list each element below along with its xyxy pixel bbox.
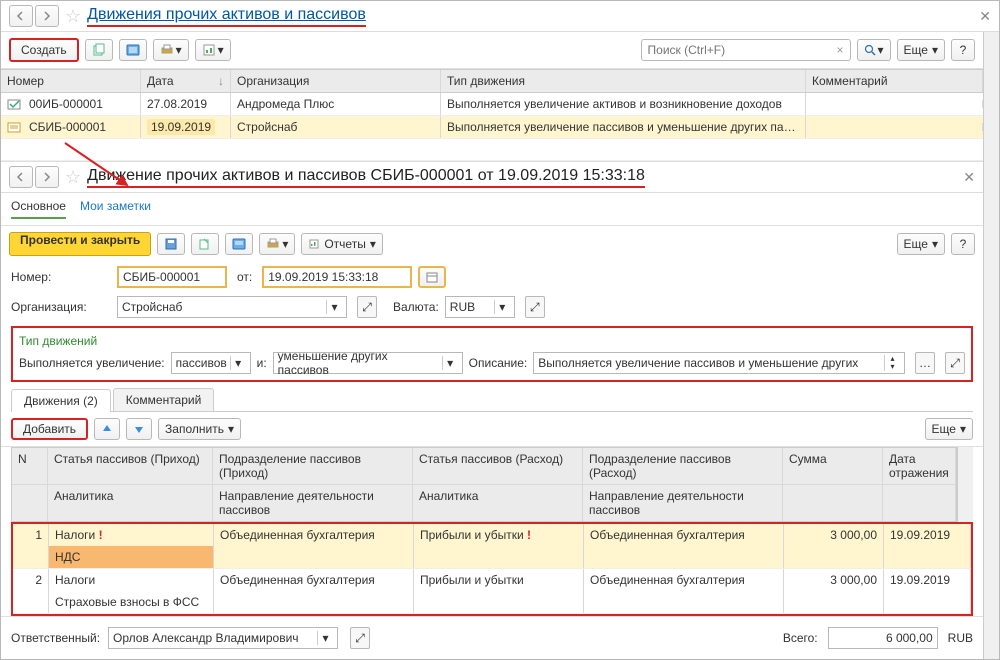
desc-open-button[interactable]: ⤢ [945, 352, 965, 374]
doc-status-icon [7, 99, 23, 111]
search-input[interactable] [642, 43, 831, 57]
movement-type-section: Тип движений Выполняется увеличение: пас… [11, 326, 973, 382]
number-label: Номер: [11, 270, 111, 284]
window-scrollbar[interactable] [983, 32, 999, 659]
and-label: и: [257, 356, 267, 370]
close-icon[interactable]: ✕ [979, 8, 991, 25]
org-field[interactable]: Стройснаб▾ [117, 296, 347, 318]
favorite-icon[interactable]: ☆ [65, 6, 81, 27]
resp-field[interactable]: Орлов Александр Владимирович▾ [108, 627, 338, 649]
col-number[interactable]: Номер [1, 70, 141, 92]
currency-label: Валюта: [393, 300, 439, 314]
doc-more-button[interactable]: Еще▾ [897, 233, 945, 255]
list-row[interactable]: 00ИБ-00000127.08.2019Андромеда ПлюсВыпол… [1, 93, 983, 116]
table-row[interactable]: 2НалогиОбъединенная бухгалтерияПрибыли и… [13, 569, 971, 591]
copy-button[interactable] [85, 39, 113, 61]
doc-forward-button[interactable] [35, 166, 59, 188]
add-line-button[interactable]: Добавить [11, 418, 88, 440]
doc-close-icon[interactable]: ✕ [963, 169, 975, 186]
doc-title: Движение прочих активов и пассивов СБИБ-… [87, 167, 645, 188]
desc-ellipsis-button[interactable]: … [915, 352, 935, 374]
table-row-sub[interactable]: НДС [13, 546, 971, 569]
org-open-button[interactable]: ⤢ [357, 296, 377, 318]
lines-more-button[interactable]: Еще▾ [925, 418, 973, 440]
lines-body: 1Налоги !Объединенная бухгалтерияПрибыли… [11, 522, 973, 616]
table-row[interactable]: 1Налоги !Объединенная бухгалтерияПрибыли… [13, 524, 971, 546]
tab-comment[interactable]: Комментарий [113, 388, 215, 411]
doc-reports-button[interactable]: Отчеты▾ [301, 233, 383, 255]
page-title[interactable]: Движения прочих активов и пассивов [87, 6, 366, 27]
resp-label: Ответственный: [11, 631, 100, 645]
print-button[interactable]: ▾ [153, 39, 189, 61]
col-org[interactable]: Организация [231, 70, 441, 92]
lines-header-row2: Аналитика Направление деятельности пасси… [12, 485, 956, 522]
forward-button[interactable] [35, 5, 59, 27]
grid-header: Номер Дата ↓ Организация Тип движения Ко… [1, 69, 983, 93]
more-button[interactable]: Еще▾ [897, 39, 945, 61]
list-row[interactable]: СБИБ-00000119.09.2019СтройснабВыполняетс… [1, 116, 983, 139]
calendar-button[interactable] [418, 266, 446, 288]
list-button[interactable] [119, 39, 147, 61]
incr-field[interactable]: пассивов▾ [171, 352, 251, 374]
resp-open-button[interactable]: ⤢ [350, 627, 370, 649]
from-label: от: [237, 270, 252, 284]
subnav-main[interactable]: Основное [11, 199, 66, 219]
number-field[interactable]: СБИБ-000001 [117, 266, 227, 288]
clear-search-icon[interactable]: × [831, 43, 850, 57]
date-field[interactable]: 19.09.2019 15:33:18 [262, 266, 412, 288]
total-currency: RUB [948, 631, 973, 645]
search-input-wrapper: × [641, 39, 851, 61]
help-button[interactable]: ? [951, 39, 975, 61]
create-button[interactable]: Создать [9, 38, 79, 62]
scrollbar[interactable] [957, 447, 973, 522]
decr-field[interactable]: уменьшение других пассивов▾ [273, 352, 463, 374]
post-and-close-button[interactable]: Провести и закрыть [9, 232, 151, 256]
post-button[interactable] [191, 233, 219, 255]
back-button[interactable] [9, 5, 33, 27]
desc-label: Описание: [469, 356, 528, 370]
save-button[interactable] [157, 233, 185, 255]
move-up-button[interactable] [94, 418, 120, 440]
lines-header-row1: N Статья пассивов (Приход) Подразделение… [12, 448, 956, 485]
col-date[interactable]: Дата ↓ [141, 70, 231, 92]
tab-lines[interactable]: Движения (2) [11, 389, 111, 412]
total-field: 6 000,00 [828, 627, 938, 649]
doc-list-button[interactable] [225, 233, 253, 255]
incr-label: Выполняется увеличение: [19, 356, 165, 370]
doc-favorite-icon[interactable]: ☆ [65, 167, 81, 188]
reports-button[interactable]: ▾ [195, 39, 231, 61]
org-label: Организация: [11, 300, 111, 314]
currency-open-button[interactable]: ⤢ [525, 296, 545, 318]
fill-button[interactable]: Заполнить▾ [158, 418, 241, 440]
type-title: Тип движений [19, 334, 965, 348]
total-label: Всего: [783, 631, 818, 645]
desc-field[interactable]: Выполняется увеличение пассивов и уменьш… [533, 352, 905, 374]
doc-help-button[interactable]: ? [951, 233, 975, 255]
search-go-button[interactable]: ▾ [857, 39, 891, 61]
move-down-button[interactable] [126, 418, 152, 440]
table-row-sub[interactable]: Страховые взносы в ФСС [13, 591, 971, 614]
col-comment[interactable]: Комментарий [806, 70, 983, 92]
currency-field[interactable]: RUB▾ [445, 296, 515, 318]
doc-back-button[interactable] [9, 166, 33, 188]
doc-print-button[interactable]: ▾ [259, 233, 295, 255]
col-type[interactable]: Тип движения [441, 70, 806, 92]
subnav-notes[interactable]: Мои заметки [80, 199, 151, 219]
doc-status-icon [7, 122, 23, 134]
